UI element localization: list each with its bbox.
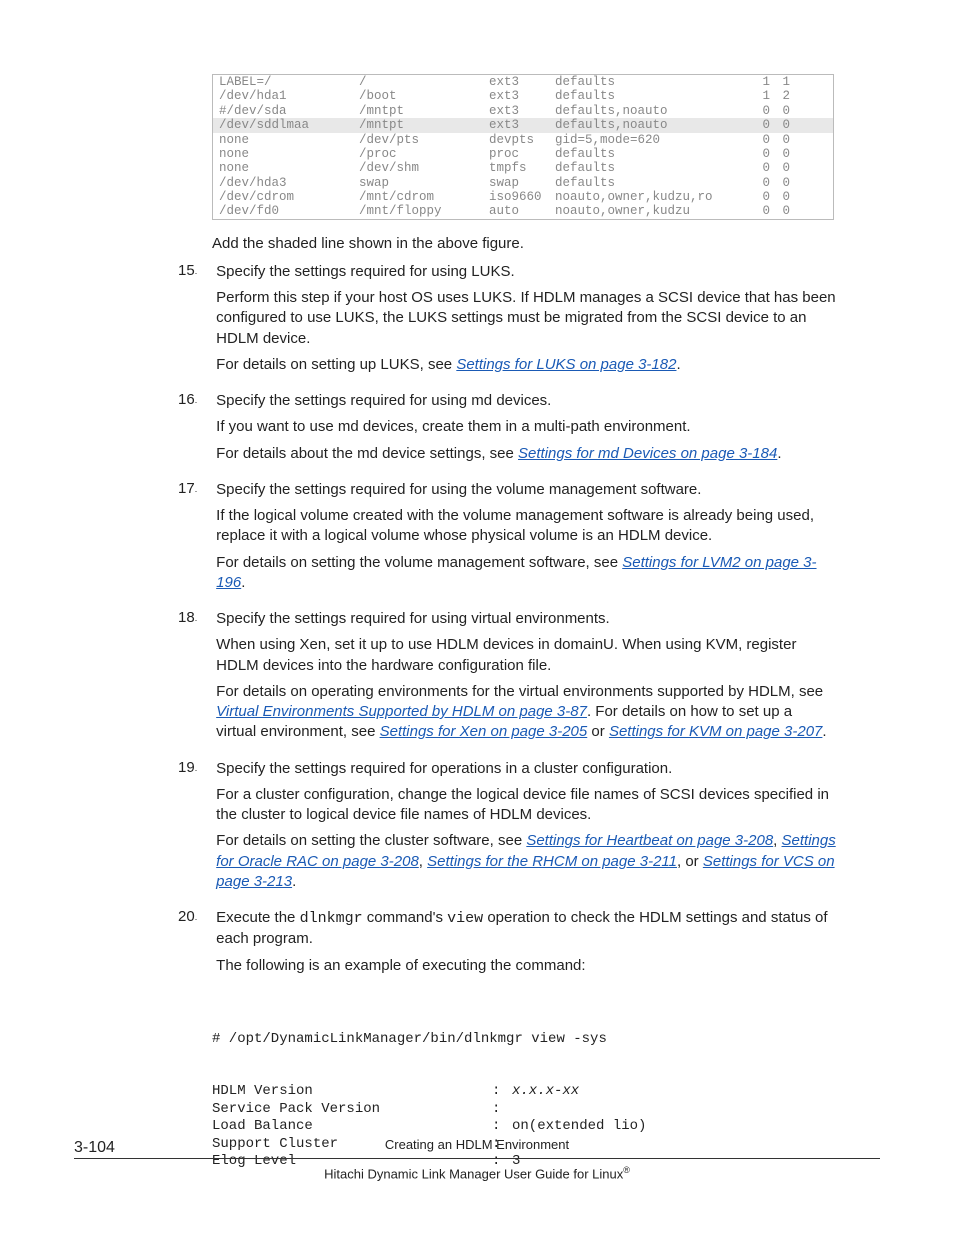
fstab-row: /dev/cdrom/mnt/cdromiso9660noauto,owner,… <box>213 190 833 204</box>
step-16: 16. Specify the settings required for us… <box>178 391 838 470</box>
link-rhcm[interactable]: Settings for the RHCM on page 3-211 <box>427 853 677 870</box>
fstab-row: #/dev/sda/mntptext3defaults,noauto00 <box>213 104 833 118</box>
fstab-row: LABEL=//ext3defaults11 <box>213 75 833 89</box>
step-15: 15. Specify the settings required for us… <box>178 262 838 381</box>
page-footer: Creating an HDLM Environment Hitachi Dyn… <box>0 1137 954 1181</box>
fstab-row: /dev/hda1/bootext3defaults12 <box>213 89 833 103</box>
fstab-row: none/procprocdefaults00 <box>213 147 833 161</box>
link-kvm[interactable]: Settings for KVM on page 3-207 <box>609 723 822 740</box>
fstab-row: /dev/sddlmaa/mntptext3defaults,noauto00 <box>213 118 833 132</box>
fstab-row: /dev/fd0/mnt/floppyautonoauto,owner,kudz… <box>213 204 833 218</box>
step-17: 17. Specify the settings required for us… <box>178 480 838 599</box>
step-18: 18. Specify the settings required for us… <box>178 609 838 749</box>
fstab-row: none/dev/ptsdevptsgid=5,mode=62000 <box>213 133 833 147</box>
step-19: 19. Specify the settings required for op… <box>178 759 838 899</box>
link-md-devices[interactable]: Settings for md Devices on page 3-184 <box>518 445 777 462</box>
fstab-table: LABEL=//ext3defaults11/dev/hda1/bootext3… <box>212 74 834 220</box>
fstab-row: none/dev/shmtmpfsdefaults00 <box>213 161 833 175</box>
step-20: 20. Execute the dlnkmgr command's view o… <box>178 908 838 982</box>
fstab-row: /dev/hda3swapswapdefaults00 <box>213 176 833 190</box>
link-virtual-env[interactable]: Virtual Environments Supported by HDLM o… <box>216 703 587 720</box>
link-xen[interactable]: Settings for Xen on page 3-205 <box>380 723 588 740</box>
link-heartbeat[interactable]: Settings for Heartbeat on page 3-208 <box>526 832 773 849</box>
intro-text: Add the shaded line shown in the above f… <box>212 235 838 252</box>
link-luks[interactable]: Settings for LUKS on page 3-182 <box>456 356 676 373</box>
